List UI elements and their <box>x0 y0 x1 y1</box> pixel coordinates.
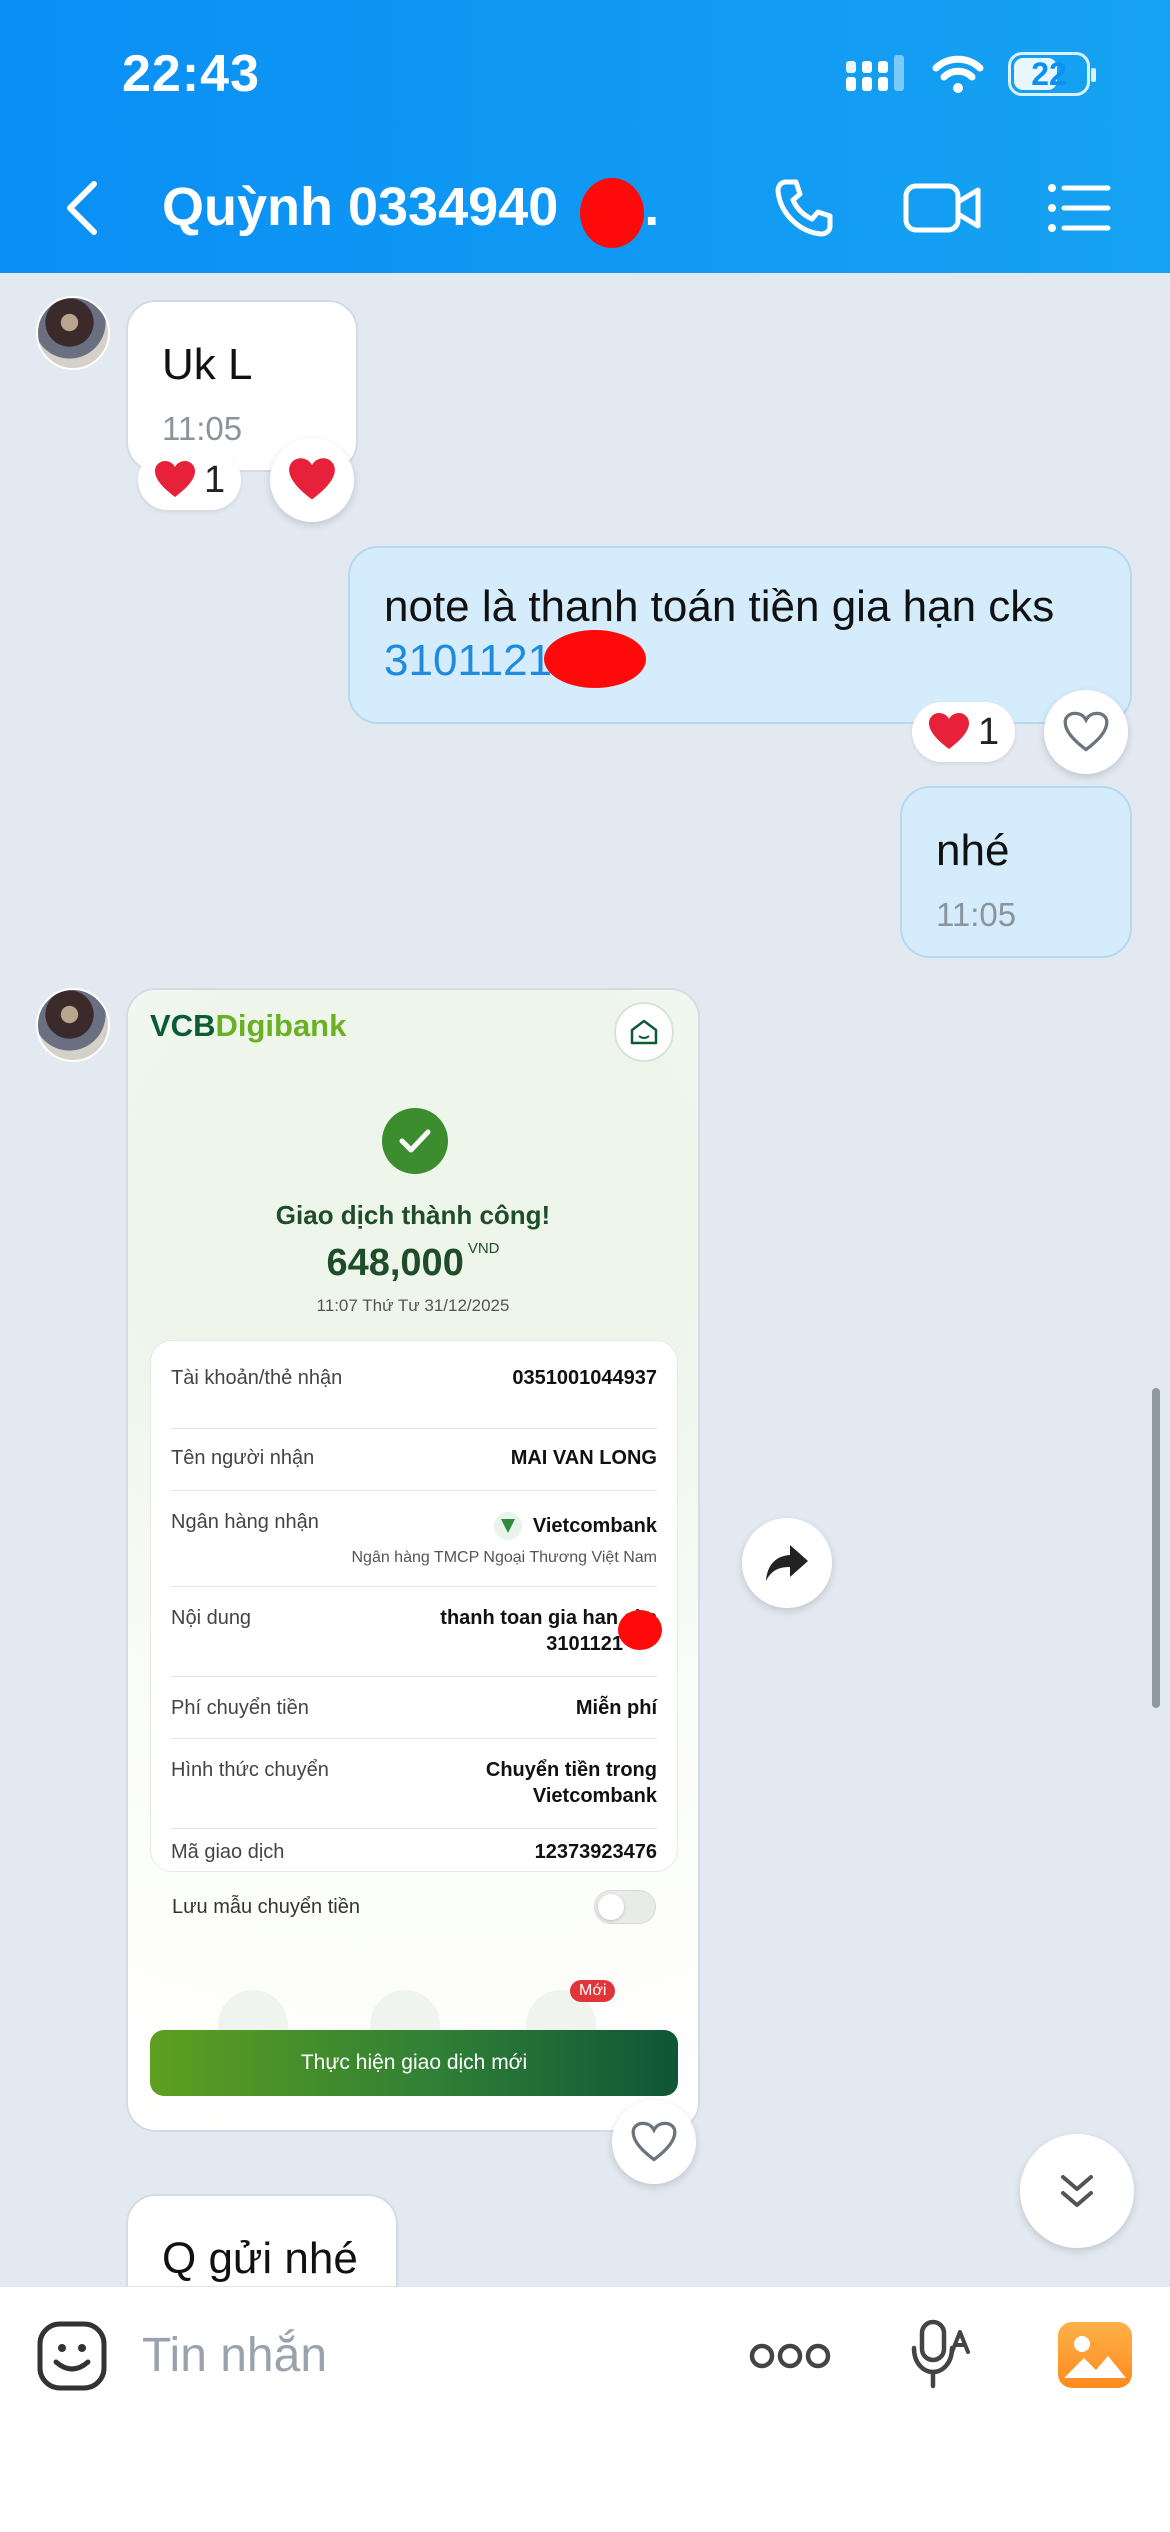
detail-row: Hình thức chuyển Chuyển tiền trong Vietc… <box>171 1739 657 1829</box>
new-transaction-button: Thực hiện giao dịch mới <box>150 2030 678 2096</box>
heart-outline-icon <box>631 2121 677 2162</box>
message-text: nhé <box>936 826 1010 875</box>
message-bubble-outgoing[interactable]: nhé 11:05 <box>900 786 1132 958</box>
message-text: Uk L <box>162 340 253 389</box>
video-call-icon[interactable] <box>902 176 982 240</box>
home-icon <box>614 1002 674 1062</box>
detail-row: Tên người nhận MAI VAN LONG <box>171 1429 657 1491</box>
contact-avatar[interactable] <box>36 296 110 370</box>
detail-row: Ngân hàng nhận Vietcombank Ngân hàng TMC… <box>171 1491 657 1587</box>
reaction-count: 1 <box>204 458 226 501</box>
chat-header: 22:43 22 Quỳnh 0334940... <box>0 0 1170 273</box>
save-template-toggle <box>594 1890 656 1924</box>
detail-row: Tài khoản/thẻ nhận 0351001044937 <box>171 1367 657 1429</box>
forward-button[interactable] <box>742 1518 832 1608</box>
heart-icon <box>155 461 195 497</box>
voice-to-text-icon[interactable] <box>906 2318 976 2392</box>
transaction-datetime: 11:07 Thứ Tư 31/12/2025 <box>316 1296 510 1315</box>
back-arrow-icon[interactable] <box>62 178 102 238</box>
phone-icon[interactable] <box>772 176 836 240</box>
heart-icon <box>289 458 335 500</box>
message-bubble-outgoing[interactable]: note là thanh toán tiền gia hạn cks 3101… <box>348 546 1132 724</box>
detail-row: Phí chuyển tiền Miễn phí <box>171 1677 657 1739</box>
scrollbar[interactable] <box>1152 1388 1160 1708</box>
redaction-mark <box>618 1610 662 1650</box>
vietcombank-logo-icon <box>493 1512 522 1540</box>
reaction-badge[interactable]: 1 <box>912 702 1016 762</box>
reaction-count: 1 <box>978 710 1000 753</box>
contact-avatar[interactable] <box>36 988 110 1062</box>
sticker-icon[interactable] <box>36 2320 108 2392</box>
message-time: 11:05 <box>162 410 243 447</box>
react-button[interactable] <box>1044 690 1128 774</box>
heart-outline-icon <box>1063 711 1109 752</box>
success-check-icon <box>382 1108 448 1174</box>
react-button[interactable] <box>270 438 354 522</box>
message-time: 11:05 <box>936 896 1017 933</box>
message-text: Q gửi nhé <box>162 2234 358 2283</box>
transaction-status: Giao dịch thành công! <box>275 1200 551 1230</box>
react-button[interactable] <box>612 2100 696 2184</box>
redaction-mark <box>580 178 644 248</box>
redaction-mark <box>544 630 646 688</box>
image-gallery-icon[interactable] <box>1058 2322 1132 2388</box>
new-badge: Mới <box>570 1980 616 2002</box>
message-link[interactable]: 3101121 <box>384 634 552 688</box>
reaction-badge[interactable]: 1 <box>138 450 242 510</box>
transaction-details: Tài khoản/thẻ nhận 0351001044937 Tên ngườ… <box>150 1340 678 1872</box>
wifi-icon <box>932 55 984 93</box>
transaction-amount: 648,000 VND <box>326 1240 500 1284</box>
message-text: note là thanh toán tiền gia hạn cks <box>384 582 1055 631</box>
battery-level: 22 <box>1031 55 1067 92</box>
status-icons: 22 <box>846 52 1096 96</box>
detail-row: Mã giao dịch 12373923476 <box>171 1841 657 1863</box>
message-composer <box>0 2286 1170 2532</box>
scroll-to-bottom-button[interactable] <box>1020 2134 1134 2248</box>
status-time: 22:43 <box>122 45 260 103</box>
double-chevron-down-icon <box>1061 2175 1093 2207</box>
cellular-signal-icon <box>846 55 904 91</box>
vcb-digibank-logo: VCBDigibank <box>150 1008 347 1043</box>
menu-list-icon[interactable] <box>1046 176 1112 240</box>
receipt-image[interactable]: VCBDigibank Giao dịch thành công! 648,00… <box>126 988 700 2132</box>
more-options-icon[interactable] <box>748 2338 832 2374</box>
heart-icon <box>929 713 969 749</box>
forward-arrow-icon <box>766 1545 808 1581</box>
detail-row: Nội dung thanh toan gia han cks 3101121 <box>171 1587 657 1677</box>
message-input[interactable]: Tin nhắn <box>142 2328 327 2383</box>
save-template-label: Lưu mẫu chuyển tiền <box>172 1896 360 1918</box>
battery-icon: 22 <box>1008 52 1096 96</box>
